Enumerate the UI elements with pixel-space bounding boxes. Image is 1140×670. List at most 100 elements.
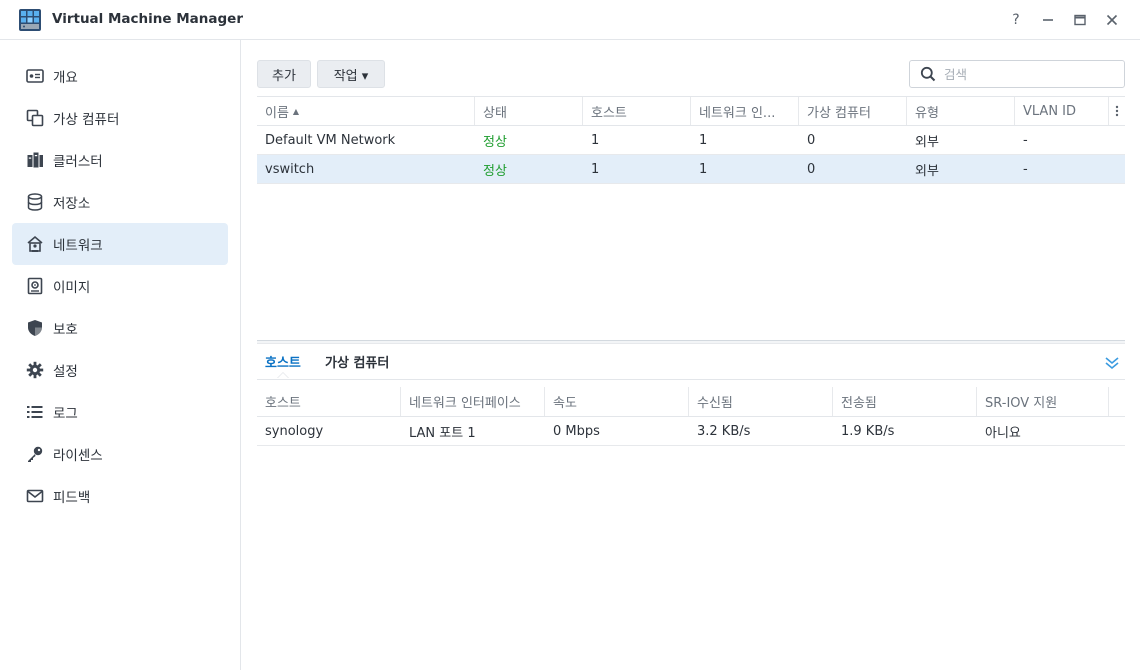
main-panel: 추가 작업 ▾ 이름▲ 상태 호스트 네트워크 인... 가상 컴퓨터 유형 V… <box>241 40 1140 670</box>
column-header-speed[interactable]: 속도 <box>545 387 689 416</box>
sidebar-item-label: 라이센스 <box>53 448 103 464</box>
cell-host: synology <box>265 423 324 439</box>
more-vertical-icon <box>1115 105 1119 117</box>
cell-speed: 0 Mbps <box>553 423 600 439</box>
log-list-icon <box>25 402 45 422</box>
sidebar-item-image[interactable]: 이미지 <box>12 265 228 307</box>
network-icon <box>25 234 45 254</box>
close-icon <box>1106 14 1118 26</box>
search-input[interactable] <box>944 66 1114 82</box>
cell-type: 외부 <box>915 134 939 150</box>
sidebar-item-label: 피드백 <box>53 490 91 506</box>
key-icon <box>25 444 45 464</box>
cell-sriov: 아니요 <box>985 425 1021 441</box>
column-header-vm[interactable]: 가상 컴퓨터 <box>799 97 907 125</box>
sidebar-item-feedback[interactable]: 피드백 <box>12 475 228 517</box>
image-icon <box>25 276 45 296</box>
minimize-button[interactable] <box>1038 10 1058 30</box>
cell-host: 1 <box>591 161 600 177</box>
sidebar: 개요 가상 컴퓨터 클러스터 저장소 네트워크 이미지 보호 설정 로그 라이센… <box>0 40 241 670</box>
sidebar-item-label: 가상 컴퓨터 <box>53 112 120 128</box>
cell-vm: 0 <box>807 161 816 177</box>
sidebar-item-label: 네트워크 <box>53 238 103 254</box>
app-logo-icon <box>19 9 41 31</box>
cell-vm: 0 <box>807 132 816 148</box>
sidebar-item-license[interactable]: 라이센스 <box>12 433 228 475</box>
sidebar-item-network[interactable]: 네트워크 <box>12 223 228 265</box>
sort-ascending-icon: ▲ <box>292 106 300 116</box>
cell-host: 1 <box>591 132 600 148</box>
sidebar-item-label: 저장소 <box>53 196 91 212</box>
help-button[interactable]: ? <box>1006 10 1026 30</box>
shield-icon <box>25 318 45 338</box>
panel-splitter[interactable] <box>257 340 1125 344</box>
column-options-button[interactable] <box>1109 97 1125 125</box>
cell-name: vswitch <box>265 161 315 177</box>
cell-vlan-id: - <box>1023 132 1028 148</box>
network-table: 이름 ▲ 상태 호스트 네트워크 인... 가상 컴퓨터 유형 VLAN ID D… <box>257 96 1125 184</box>
cell-interface: 1 <box>699 161 708 177</box>
column-header-sent[interactable]: 전송됨 <box>833 387 977 416</box>
column-header-host[interactable]: 호스트 <box>257 387 401 416</box>
cell-status: 정상 <box>483 134 507 150</box>
search-icon <box>920 66 936 82</box>
sidebar-item-protection[interactable]: 보호 <box>12 307 228 349</box>
table-row[interactable]: synology LAN 포트 1 0 Mbps 3.2 KB/s 1.9 KB… <box>257 417 1125 446</box>
cell-interface: LAN 포트 1 <box>409 425 476 441</box>
column-header-name[interactable]: 이름 ▲ <box>257 97 475 125</box>
column-header-status[interactable]: 상태 <box>475 97 583 125</box>
cell-received: 3.2 KB/s <box>697 423 751 439</box>
collapse-chevron-icon[interactable] <box>1103 354 1121 372</box>
active-tab-indicator <box>277 372 289 378</box>
sidebar-item-label: 로그 <box>53 406 78 422</box>
overview-icon <box>25 66 45 86</box>
action-dropdown-button[interactable]: 작업 ▾ <box>317 60 385 88</box>
column-header-type[interactable]: 유형 <box>907 97 1015 125</box>
table-header: 호스트 네트워크 인터페이스 속도 수신됨 전송됨 SR-IOV 지원 <box>257 387 1125 417</box>
column-header-received[interactable]: 수신됨 <box>689 387 833 416</box>
sidebar-item-label: 개요 <box>53 70 78 86</box>
tab-virtual-machine[interactable]: 가상 컴퓨터 <box>325 352 389 371</box>
sidebar-item-label: 설정 <box>53 364 78 380</box>
table-row[interactable]: Default VM Network 정상 1 1 0 외부 - <box>257 126 1125 155</box>
gear-icon <box>25 360 45 380</box>
maximize-button[interactable] <box>1070 10 1090 30</box>
column-header-sriov[interactable]: SR-IOV 지원 <box>977 387 1109 416</box>
sidebar-item-cluster[interactable]: 클러스터 <box>12 139 228 181</box>
table-header: 이름 ▲ 상태 호스트 네트워크 인... 가상 컴퓨터 유형 VLAN ID <box>257 96 1125 126</box>
sidebar-item-log[interactable]: 로그 <box>12 391 228 433</box>
close-button[interactable] <box>1102 10 1122 30</box>
cell-status: 정상 <box>483 163 507 179</box>
maximize-icon <box>1074 14 1086 26</box>
cell-type: 외부 <box>915 163 939 179</box>
host-table: 호스트 네트워크 인터페이스 속도 수신됨 전송됨 SR-IOV 지원 syno… <box>257 387 1125 446</box>
sidebar-item-settings[interactable]: 설정 <box>12 349 228 391</box>
table-row[interactable]: vswitch 정상 1 1 0 외부 - <box>257 155 1125 184</box>
minimize-icon <box>1043 19 1053 21</box>
sidebar-item-label: 이미지 <box>53 280 91 296</box>
sidebar-item-storage[interactable]: 저장소 <box>12 181 228 223</box>
detail-tabs: 호스트 가상 컴퓨터 <box>257 346 1125 380</box>
virtual-machine-icon <box>25 108 45 128</box>
column-header-interface[interactable]: 네트워크 인터페이스 <box>401 387 545 416</box>
cell-sent: 1.9 KB/s <box>841 423 895 439</box>
sidebar-item-label: 클러스터 <box>53 154 103 170</box>
cell-vlan-id: - <box>1023 161 1028 177</box>
column-header-host[interactable]: 호스트 <box>583 97 691 125</box>
window-title: Virtual Machine Manager <box>52 11 243 27</box>
add-button[interactable]: 추가 <box>257 60 311 88</box>
title-bar: Virtual Machine Manager ? <box>0 0 1140 40</box>
cell-name: Default VM Network <box>265 132 396 148</box>
mail-icon <box>25 486 45 506</box>
tab-host[interactable]: 호스트 <box>265 352 301 371</box>
search-box <box>909 60 1125 88</box>
storage-icon <box>25 192 45 212</box>
cell-interface: 1 <box>699 132 708 148</box>
column-header-vlan-id[interactable]: VLAN ID <box>1015 97 1109 125</box>
column-header-interface[interactable]: 네트워크 인... <box>691 97 799 125</box>
cluster-icon <box>25 150 45 170</box>
sidebar-item-overview[interactable]: 개요 <box>12 55 228 97</box>
header-spacer <box>1109 387 1125 416</box>
sidebar-item-virtual-machine[interactable]: 가상 컴퓨터 <box>12 97 228 139</box>
sidebar-item-label: 보호 <box>53 322 78 338</box>
